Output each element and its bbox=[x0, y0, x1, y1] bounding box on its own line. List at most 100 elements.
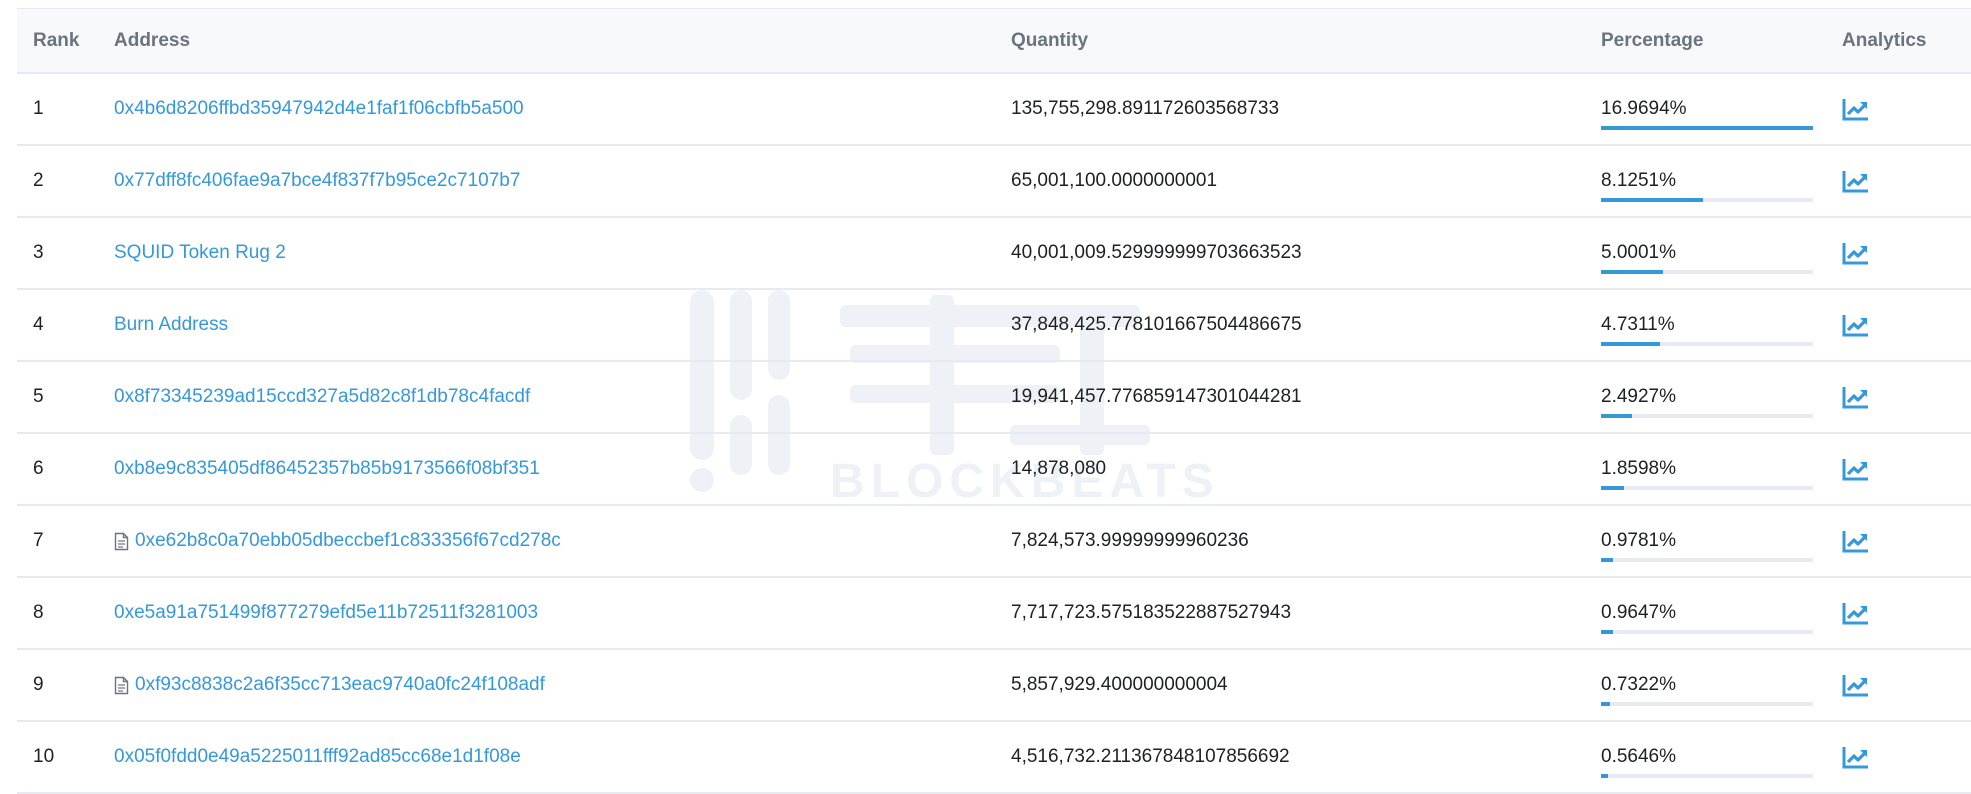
percentage-cell: 16.9694% bbox=[1601, 74, 1813, 144]
percentage-cell: 5.0001% bbox=[1601, 218, 1813, 288]
percentage-cell: 0.5646% bbox=[1601, 722, 1813, 792]
chart-line-up-icon[interactable] bbox=[1842, 601, 1870, 625]
percentage-bar-fill bbox=[1601, 486, 1625, 490]
percentage-bar-track bbox=[1601, 198, 1813, 202]
chart-line-up-icon[interactable] bbox=[1842, 673, 1870, 697]
analytics-cell bbox=[1842, 362, 1870, 432]
chart-line-up-icon[interactable] bbox=[1842, 241, 1870, 265]
rank-cell: 1 bbox=[33, 98, 44, 119]
quantity-cell: 37,848,425.778101667504486675 bbox=[1011, 314, 1302, 335]
address-cell: 0xe5a91a751499f877279efd5e11b72511f32810… bbox=[114, 578, 538, 648]
table-row: 7 0xe62b8c0a70ebb05dbeccbef1c833356f67cd2… bbox=[17, 506, 1971, 578]
chart-line-up-icon[interactable] bbox=[1842, 457, 1870, 481]
chart-line-up-icon[interactable] bbox=[1842, 169, 1870, 193]
percentage-text: 2.4927% bbox=[1601, 386, 1677, 407]
quantity-cell: 7,717,723.575183522887527943 bbox=[1011, 602, 1292, 623]
holder-address-link[interactable]: 0x05f0fdd0e49a5225011fff92ad85cc68e1d1f0… bbox=[114, 746, 521, 768]
header-address: Address bbox=[114, 29, 191, 51]
header-quantity: Quantity bbox=[1011, 29, 1089, 51]
address-text: 0x8f73345239ad15ccd327a5d82c8f1db78c4fac… bbox=[114, 386, 531, 407]
percentage-cell: 4.7311% bbox=[1601, 290, 1813, 360]
table-row: 3 SQUID Token Rug 2 40,001,009.52999999970… bbox=[17, 218, 1971, 290]
percentage-text: 16.9694% bbox=[1601, 98, 1687, 119]
holder-address-link[interactable]: 0xe5a91a751499f877279efd5e11b72511f32810… bbox=[114, 602, 538, 624]
percentage-text: 8.1251% bbox=[1601, 170, 1677, 191]
address-cell: 0x8f73345239ad15ccd327a5d82c8f1db78c4fac… bbox=[114, 362, 530, 432]
chart-line-up-icon[interactable] bbox=[1842, 745, 1870, 769]
holder-address-link[interactable]: 0xb8e9c835405df86452357b85b9173566f08bf3… bbox=[114, 458, 540, 480]
percentage-cell: 8.1251% bbox=[1601, 146, 1813, 216]
holder-address-link[interactable]: Burn Address bbox=[114, 314, 228, 336]
rank-cell: 9 bbox=[33, 674, 44, 695]
percentage-bar-track bbox=[1601, 774, 1813, 778]
analytics-cell bbox=[1842, 506, 1870, 576]
address-text: 0xf93c8838c2a6f35cc713eac9740a0fc24f108a… bbox=[135, 674, 545, 695]
percentage-bar-fill bbox=[1601, 558, 1614, 562]
percentage-bar-fill bbox=[1601, 774, 1609, 778]
table-body: 1 0x4b6d8206ffbd35947942d4e1faf1f06cbfb5a… bbox=[17, 74, 1971, 794]
quantity-cell: 5,857,929.400000000004 bbox=[1011, 674, 1228, 695]
percentage-bar-track bbox=[1601, 342, 1813, 346]
chart-line-up-icon[interactable] bbox=[1842, 313, 1870, 337]
rank-cell: 8 bbox=[33, 602, 44, 623]
percentage-text: 0.9781% bbox=[1601, 530, 1677, 551]
address-cell: SQUID Token Rug 2 bbox=[114, 218, 286, 288]
quantity-cell: 7,824,573.99999999960236 bbox=[1011, 530, 1249, 551]
header-analytics: Analytics bbox=[1842, 29, 1927, 51]
percentage-bar-fill bbox=[1601, 126, 1813, 130]
rank-cell: 2 bbox=[33, 170, 44, 191]
analytics-cell bbox=[1842, 650, 1870, 720]
percentage-bar-track bbox=[1601, 486, 1813, 490]
holder-address-link[interactable]: 0x8f73345239ad15ccd327a5d82c8f1db78c4fac… bbox=[114, 386, 530, 408]
chart-line-up-icon[interactable] bbox=[1842, 97, 1870, 121]
address-cell: 0xf93c8838c2a6f35cc713eac9740a0fc24f108a… bbox=[114, 650, 545, 720]
percentage-bar-fill bbox=[1601, 342, 1661, 346]
address-cell: 0x4b6d8206ffbd35947942d4e1faf1f06cbfb5a5… bbox=[114, 74, 524, 144]
percentage-bar-fill bbox=[1601, 270, 1664, 274]
address-text: 0x4b6d8206ffbd35947942d4e1faf1f06cbfb5a5… bbox=[114, 98, 524, 119]
quantity-cell: 40,001,009.529999999703663523 bbox=[1011, 242, 1302, 263]
percentage-bar-track bbox=[1601, 702, 1813, 706]
rank-cell: 7 bbox=[33, 530, 44, 551]
document-icon bbox=[114, 532, 129, 551]
table-row: 1 0x4b6d8206ffbd35947942d4e1faf1f06cbfb5a… bbox=[17, 74, 1971, 146]
quantity-cell: 14,878,080 bbox=[1011, 458, 1107, 479]
percentage-text: 1.8598% bbox=[1601, 458, 1677, 479]
quantity-cell: 65,001,100.0000000001 bbox=[1011, 170, 1218, 191]
header-percentage: Percentage bbox=[1601, 29, 1704, 51]
address-text: Burn Address bbox=[114, 314, 229, 335]
table-row: 8 0xe5a91a751499f877279efd5e11b72511f3281… bbox=[17, 578, 1971, 650]
chart-line-up-icon[interactable] bbox=[1842, 385, 1870, 409]
address-text: SQUID Token Rug 2 bbox=[114, 242, 286, 263]
table-row: 6 0xb8e9c835405df86452357b85b9173566f08bf… bbox=[17, 434, 1971, 506]
percentage-cell: 2.4927% bbox=[1601, 362, 1813, 432]
percentage-cell: 0.7322% bbox=[1601, 650, 1813, 720]
holder-address-link[interactable]: SQUID Token Rug 2 bbox=[114, 242, 286, 264]
rank-cell: 10 bbox=[33, 746, 55, 767]
analytics-cell bbox=[1842, 218, 1870, 288]
percentage-bar-fill bbox=[1601, 702, 1611, 706]
percentage-cell: 0.9781% bbox=[1601, 506, 1813, 576]
chart-line-up-icon[interactable] bbox=[1842, 529, 1870, 553]
analytics-cell bbox=[1842, 722, 1870, 792]
rank-cell: 3 bbox=[33, 242, 44, 263]
analytics-cell bbox=[1842, 290, 1870, 360]
address-cell: 0x05f0fdd0e49a5225011fff92ad85cc68e1d1f0… bbox=[114, 722, 521, 792]
percentage-text: 0.7322% bbox=[1601, 674, 1677, 695]
address-text: 0x77dff8fc406fae9a7bce4f837f7b95ce2c7107… bbox=[114, 170, 521, 191]
table-row: 2 0x77dff8fc406fae9a7bce4f837f7b95ce2c710… bbox=[17, 146, 1971, 218]
percentage-bar-track bbox=[1601, 630, 1813, 634]
percentage-bar-track bbox=[1601, 126, 1813, 130]
holder-address-link[interactable]: 0xe62b8c0a70ebb05dbeccbef1c833356f67cd27… bbox=[114, 530, 561, 552]
quantity-cell: 135,755,298.891172603568733 bbox=[1011, 98, 1280, 119]
quantity-cell: 19,941,457.776859147301044281 bbox=[1011, 386, 1302, 407]
percentage-bar-fill bbox=[1601, 630, 1614, 634]
holder-address-link[interactable]: 0x77dff8fc406fae9a7bce4f837f7b95ce2c7107… bbox=[114, 170, 520, 192]
address-text: 0xb8e9c835405df86452357b85b9173566f08bf3… bbox=[114, 458, 540, 479]
rank-cell: 5 bbox=[33, 386, 44, 407]
holder-address-link[interactable]: 0xf93c8838c2a6f35cc713eac9740a0fc24f108a… bbox=[114, 674, 545, 696]
holder-address-link[interactable]: 0x4b6d8206ffbd35947942d4e1faf1f06cbfb5a5… bbox=[114, 98, 524, 120]
percentage-cell: 0.9647% bbox=[1601, 578, 1813, 648]
percentage-text: 4.7311% bbox=[1601, 314, 1675, 335]
table-row: 10 0x05f0fdd0e49a5225011fff92ad85cc68e1d1… bbox=[17, 722, 1971, 794]
